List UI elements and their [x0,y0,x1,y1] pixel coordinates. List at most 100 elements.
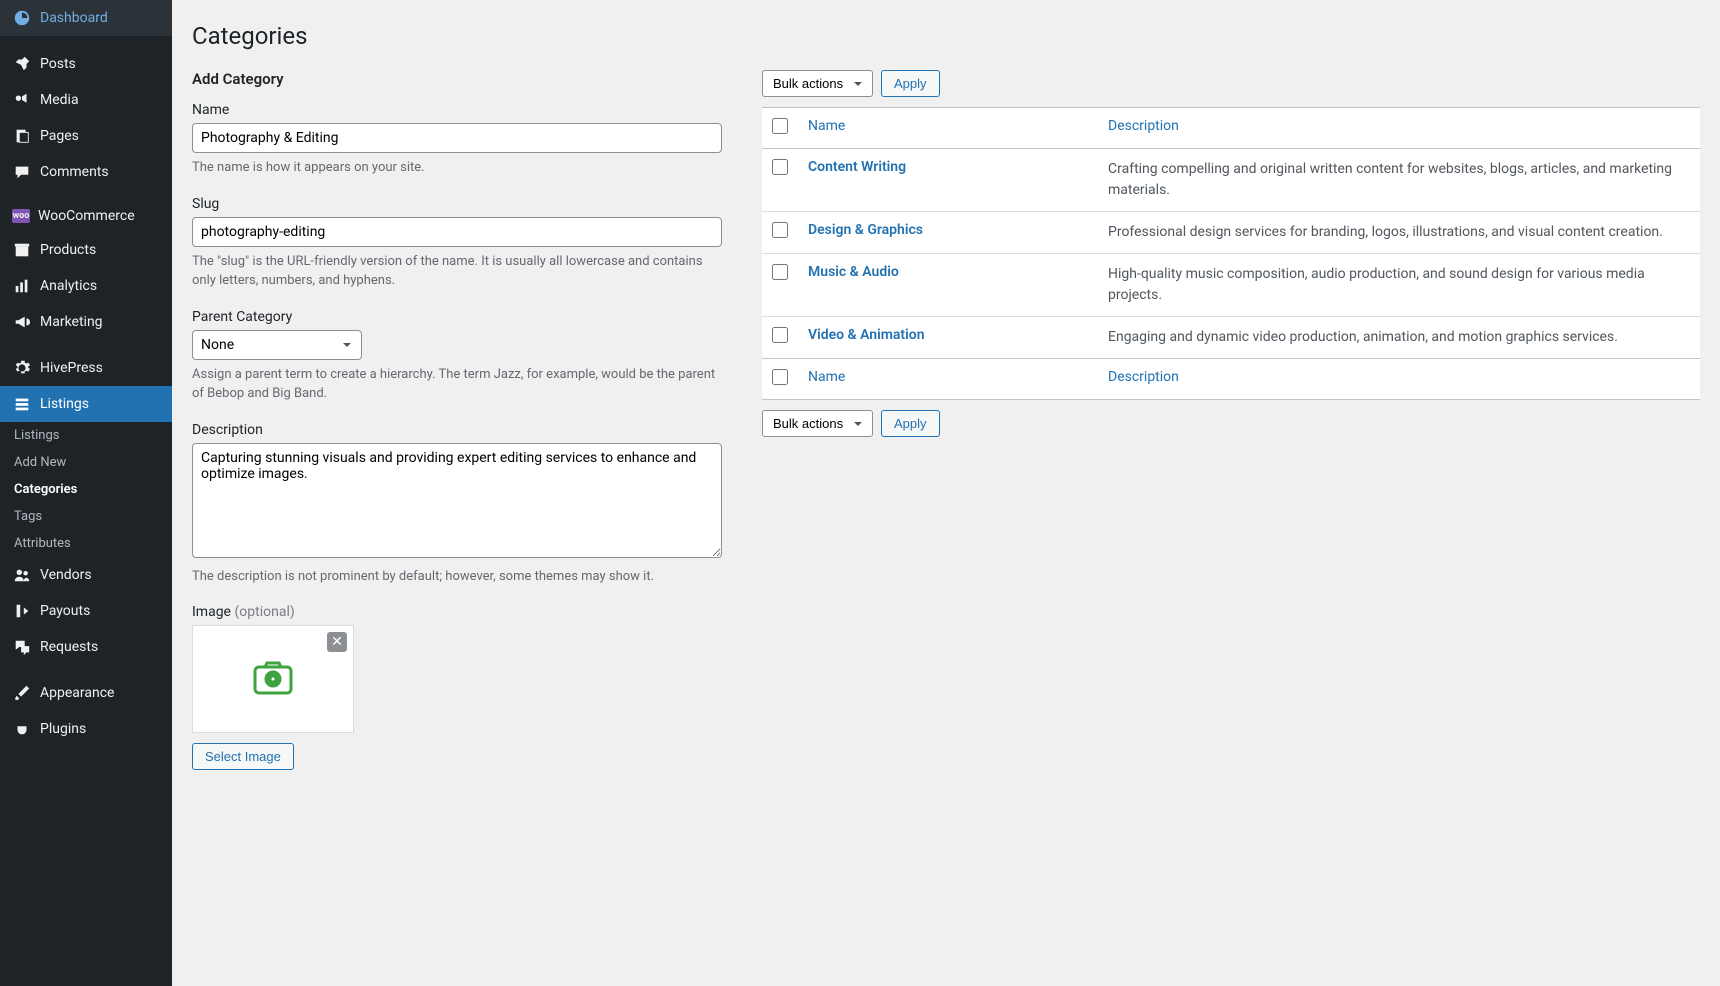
category-description: High-quality music composition, audio pr… [1098,254,1700,317]
pin-icon [12,54,32,74]
sidebar-item-label: Products [40,242,96,258]
name-input[interactable] [192,123,722,153]
row-checkbox[interactable] [772,264,788,280]
column-footer-name[interactable]: Name [798,359,1098,400]
sidebar-item-media[interactable]: Media [0,82,172,118]
sidebar-item-requests[interactable]: Requests [0,629,172,665]
table-row: Music & Audio High-quality music composi… [762,254,1700,317]
sidebar-item-label: Comments [40,164,109,180]
submenu-attributes[interactable]: Attributes [0,530,172,557]
submenu-add-new[interactable]: Add New [0,449,172,476]
category-link[interactable]: Video & Animation [808,327,925,343]
category-description: Crafting compelling and original written… [1098,149,1700,212]
sidebar-item-label: Pages [40,128,79,144]
category-description: Professional design services for brandin… [1098,212,1700,254]
description-label: Description [192,422,722,438]
sidebar-item-listings[interactable]: Listings [0,386,172,422]
sidebar-item-label: Requests [40,639,98,655]
chat-icon [12,637,32,657]
camera-icon [249,653,297,705]
category-link[interactable]: Music & Audio [808,264,899,280]
bulk-actions-select-bottom[interactable]: Bulk actions [762,410,873,437]
submenu-tags[interactable]: Tags [0,503,172,530]
sidebar-item-marketing[interactable]: Marketing [0,304,172,340]
close-icon: ✕ [331,634,343,650]
row-checkbox[interactable] [772,222,788,238]
sidebar-item-label: Appearance [40,685,114,701]
sidebar-item-label: Marketing [40,314,103,330]
gear-icon [12,358,32,378]
submenu-listings[interactable]: Listings [0,422,172,449]
row-checkbox[interactable] [772,327,788,343]
remove-image-button[interactable]: ✕ [327,632,347,652]
select-image-button[interactable]: Select Image [192,743,294,770]
categories-table: Name Description Content Writing Craftin… [762,107,1700,400]
sidebar-item-pages[interactable]: Pages [0,118,172,154]
parent-select[interactable]: None [192,330,362,360]
apply-button-bottom[interactable]: Apply [881,410,940,437]
sidebar-item-products[interactable]: Products [0,232,172,268]
megaphone-icon [12,312,32,332]
sidebar-item-label: Media [40,92,79,108]
slug-label: Slug [192,196,722,212]
name-help: The name is how it appears on your site. [192,158,722,178]
parent-help: Assign a parent term to create a hierarc… [192,365,722,404]
sidebar-item-appearance[interactable]: Appearance [0,675,172,711]
image-label: Image (optional) [192,604,722,620]
slug-input[interactable] [192,217,722,247]
sidebar-item-label: Dashboard [40,10,108,26]
category-description: Engaging and dynamic video production, a… [1098,317,1700,359]
admin-sidebar: Dashboard Posts Media Pages Comments woo… [0,0,172,986]
dashboard-icon [12,8,32,28]
sidebar-item-woocommerce[interactable]: woo WooCommerce [0,200,172,232]
parent-label: Parent Category [192,309,722,325]
sidebar-item-label: HivePress [40,360,103,376]
submenu-categories[interactable]: Categories [0,476,172,503]
sidebar-item-plugins[interactable]: Plugins [0,711,172,747]
table-row: Design & Graphics Professional design se… [762,212,1700,254]
sidebar-item-label: Posts [40,56,76,72]
sidebar-item-label: Plugins [40,721,86,737]
users-icon [12,565,32,585]
pages-icon [12,126,32,146]
brush-icon [12,683,32,703]
column-footer-description[interactable]: Description [1098,359,1700,400]
apply-button-top[interactable]: Apply [881,70,940,97]
sidebar-item-hivepress[interactable]: HivePress [0,350,172,386]
plug-icon [12,719,32,739]
select-all-checkbox-top[interactable] [772,118,788,134]
sidebar-item-label: Payouts [40,603,90,619]
listings-icon [12,394,32,414]
sidebar-item-vendors[interactable]: Vendors [0,557,172,593]
category-list-panel: Bulk actions Apply Name Description Cont… [762,70,1700,788]
sidebar-item-posts[interactable]: Posts [0,46,172,82]
sidebar-item-analytics[interactable]: Analytics [0,268,172,304]
sidebar-item-label: Analytics [40,278,97,294]
image-preview: ✕ [192,625,354,733]
category-link[interactable]: Content Writing [808,159,906,175]
category-link[interactable]: Design & Graphics [808,222,923,238]
logout-icon [12,601,32,621]
media-icon [12,90,32,110]
sidebar-item-label: Listings [40,396,89,412]
column-header-description[interactable]: Description [1098,108,1700,149]
sidebar-item-payouts[interactable]: Payouts [0,593,172,629]
woo-icon: woo [12,209,30,223]
table-row: Content Writing Crafting compelling and … [762,149,1700,212]
main-content: Categories Add Category Name The name is… [172,0,1720,828]
table-row: Video & Animation Engaging and dynamic v… [762,317,1700,359]
sidebar-item-dashboard[interactable]: Dashboard [0,0,172,36]
description-textarea[interactable] [192,443,722,558]
select-all-checkbox-bottom[interactable] [772,369,788,385]
archive-icon [12,240,32,260]
description-help: The description is not prominent by defa… [192,567,722,587]
chart-icon [12,276,32,296]
slug-help: The "slug" is the URL-friendly version o… [192,252,722,291]
sidebar-item-comments[interactable]: Comments [0,154,172,190]
bulk-actions-select-top[interactable]: Bulk actions [762,70,873,97]
sidebar-item-label: Vendors [40,567,92,583]
row-checkbox[interactable] [772,159,788,175]
page-title: Categories [192,10,1700,70]
comment-icon [12,162,32,182]
column-header-name[interactable]: Name [798,108,1098,149]
